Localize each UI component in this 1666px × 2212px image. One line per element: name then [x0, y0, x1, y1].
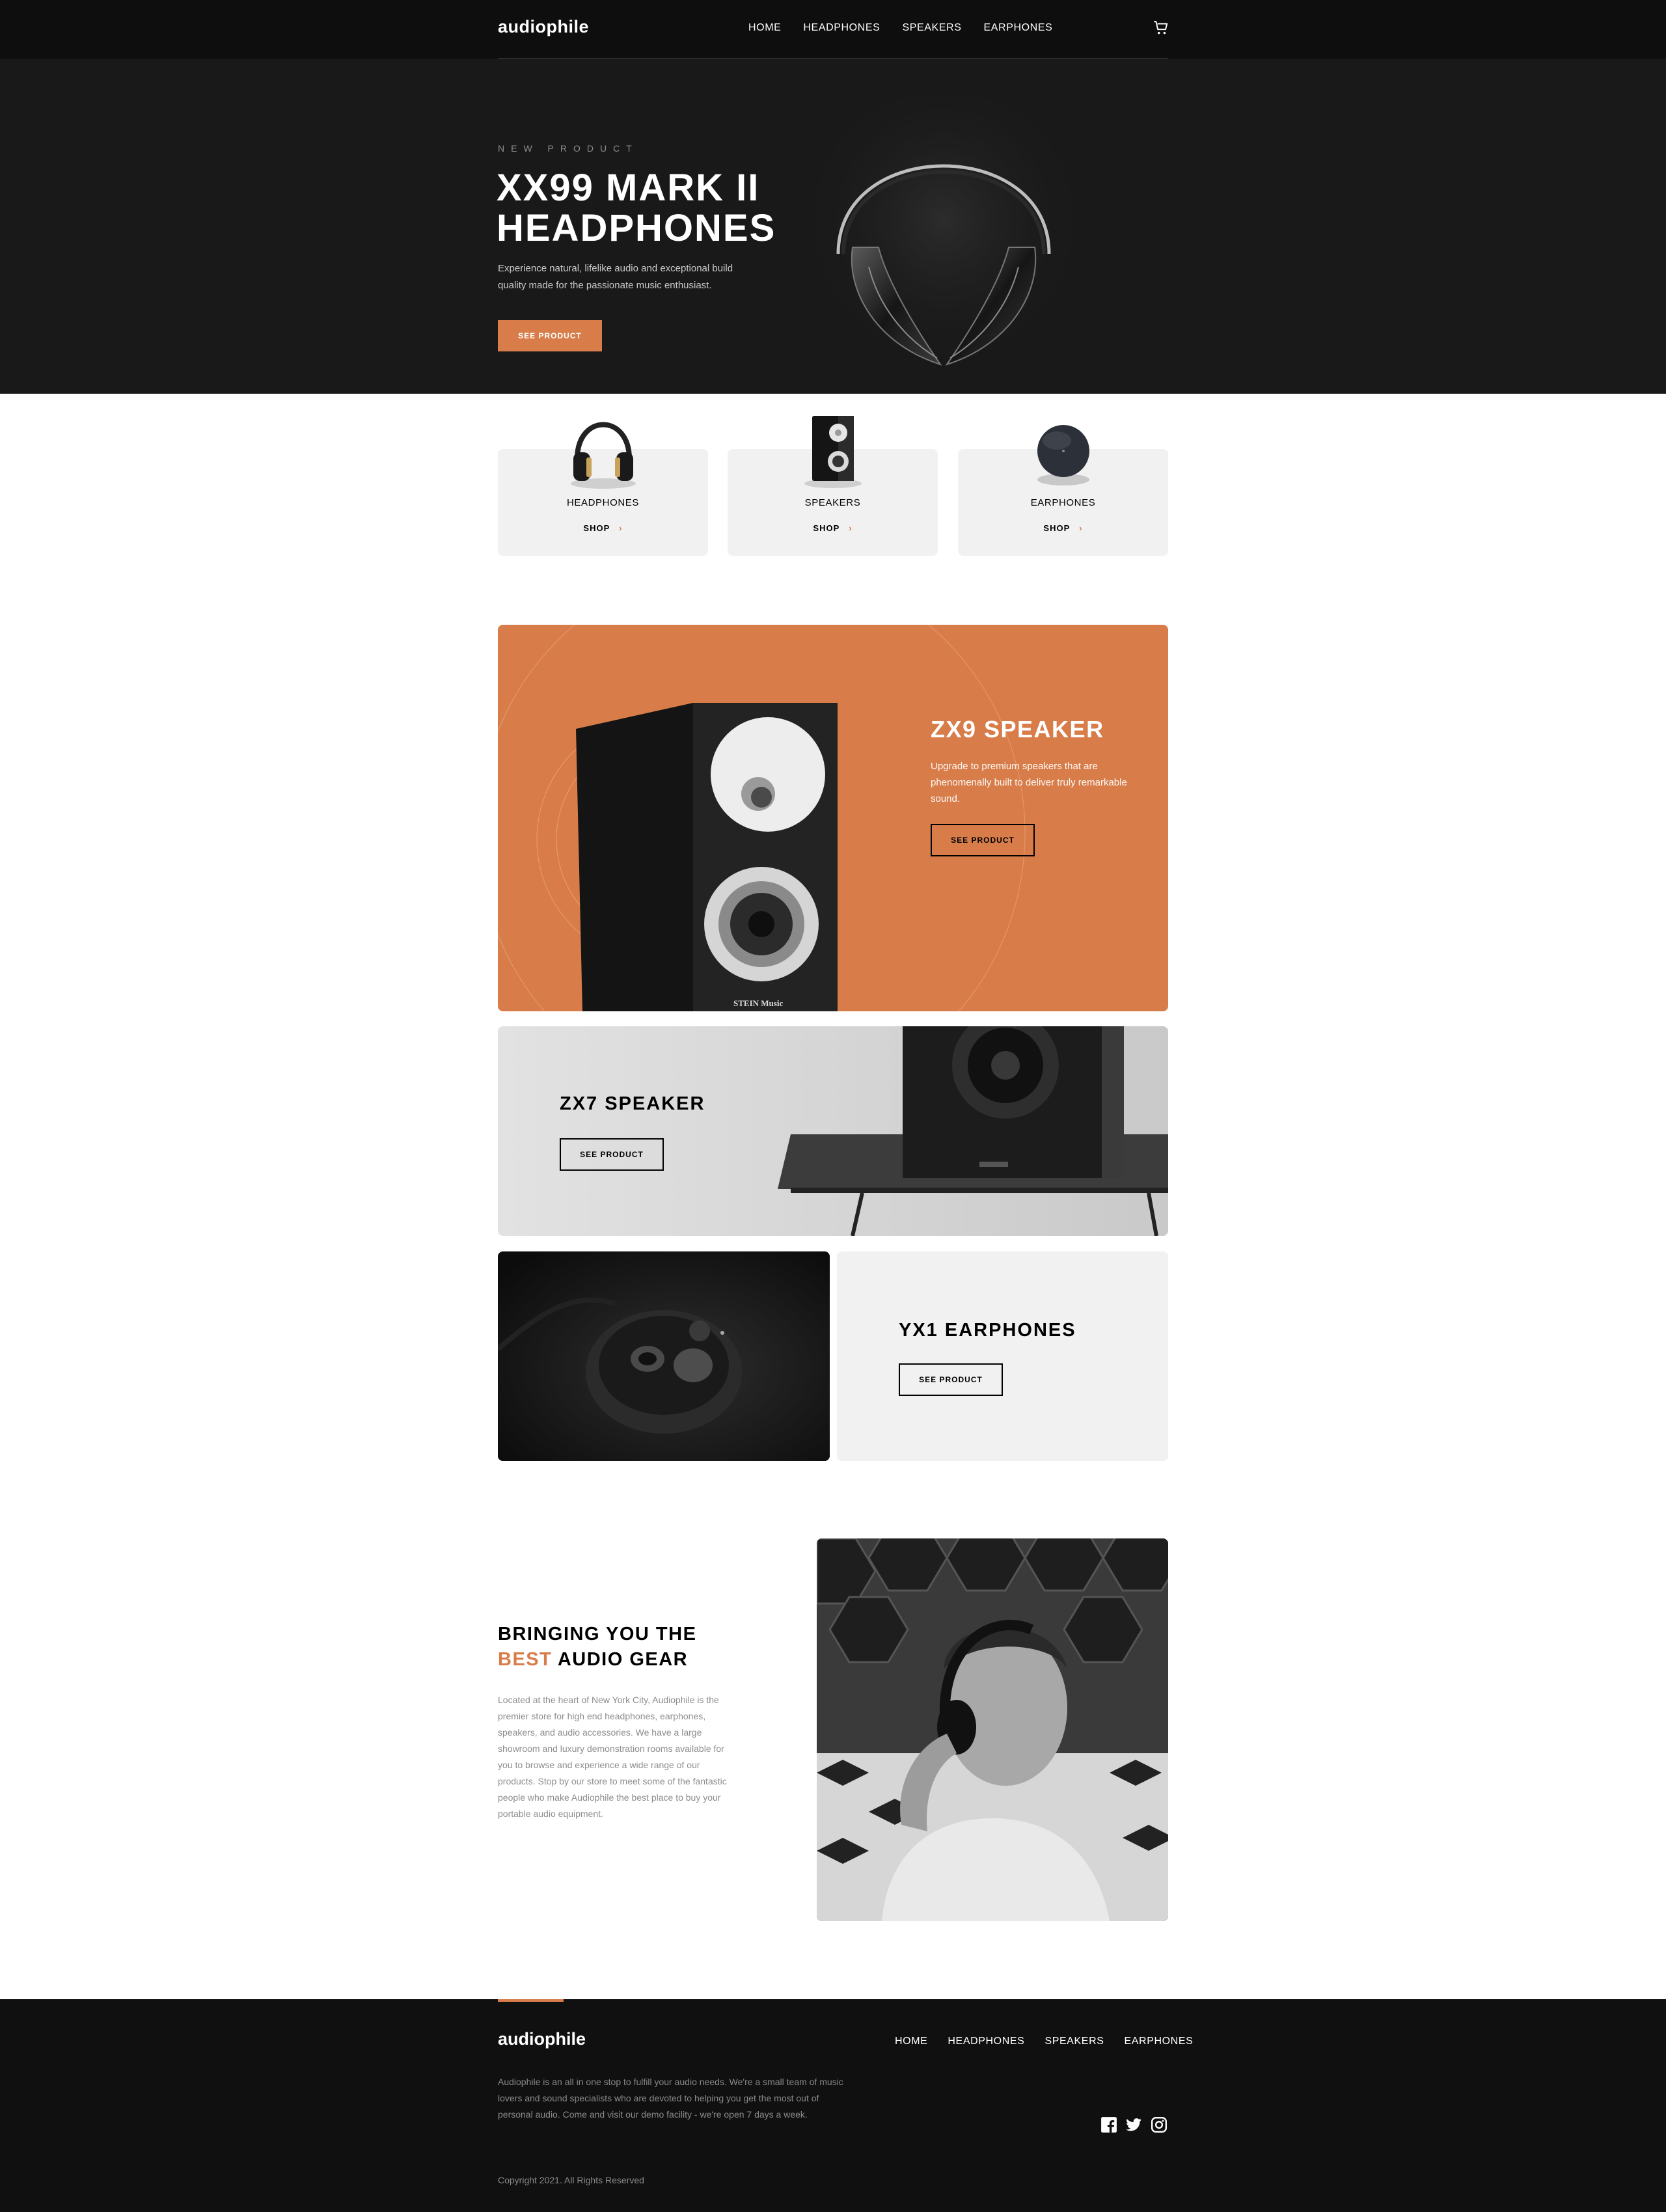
zx7-title: ZX7 SPEAKER [560, 1093, 705, 1114]
chevron-right-icon: › [849, 523, 853, 533]
nav-speakers[interactable]: SPEAKERS [902, 22, 961, 34]
footer-nav-speakers[interactable]: SPEAKERS [1045, 2036, 1104, 2047]
earphones-thumbnail [1037, 425, 1089, 485]
stein-music-brand-mark: STEIN Music [733, 998, 783, 1008]
zx9-see-product-button[interactable]: SEE PRODUCT [931, 824, 1035, 856]
cart-icon[interactable] [1153, 20, 1169, 36]
footer-description: Audiophile is an all in one stop to fulf… [498, 2077, 843, 2120]
hero-description: Experience natural, lifelike audio and e… [498, 263, 733, 291]
yx1-see-product-button[interactable]: SEE PRODUCT [899, 1363, 1003, 1396]
zx7-speaker-promo: ZX7 SPEAKER SEE PRODUCT [498, 1026, 1168, 1236]
about-title-line1: BRINGING YOU THE [498, 1624, 697, 1645]
zx7-see-product-button[interactable]: SEE PRODUCT [560, 1138, 664, 1171]
yx1-earphones-promo: YX1 EARPHONES SEE PRODUCT [837, 1251, 1168, 1461]
shop-link-label: SHOP [813, 523, 840, 533]
category-label-earphones: EARPHONES [1030, 497, 1096, 508]
zx7-speaker-image [498, 1026, 1168, 1236]
nav-earphones[interactable]: EARPHONES [984, 22, 1053, 34]
hero-see-product-button[interactable]: SEE PRODUCT [498, 320, 602, 351]
footer-nav-home[interactable]: HOME [895, 2036, 927, 2047]
main-nav: HOME HEADPHONES SPEAKERS EARPHONES [748, 22, 1052, 34]
twitter-icon[interactable] [1125, 2116, 1142, 2133]
about-title-accent: BEST [498, 1649, 553, 1670]
instagram-icon[interactable] [1151, 2116, 1168, 2133]
footer-nav: HOME HEADPHONES SPEAKERS EARPHONES [895, 2036, 1193, 2047]
zx9-speaker-promo: STEIN Music ZX9 SPEAKER Upgrade to premi… [498, 625, 1168, 1011]
zx9-speaker-image: STEIN Music [498, 625, 1026, 1011]
site-footer: audiophile HOME HEADPHONES SPEAKERS EARP… [0, 1999, 1666, 2212]
about-description: Located at the heart of New York City, A… [498, 1695, 727, 1819]
category-shop-link-earphones[interactable]: SHOP › [958, 523, 1168, 533]
site-header: audiophile HOME HEADPHONES SPEAKERS EARP… [0, 0, 1666, 59]
yx1-title: YX1 EARPHONES [899, 1320, 1076, 1341]
logo[interactable]: audiophile [498, 17, 589, 37]
about-title: BRINGING YOU THE BEST AUDIO GEAR [498, 1622, 771, 1673]
speaker-thumbnail [804, 416, 862, 488]
footer-accent-bar [498, 1999, 564, 2002]
headphones-thumbnail [571, 422, 636, 489]
nav-headphones[interactable]: HEADPHONES [803, 22, 880, 34]
about-title-rest: AUDIO GEAR [557, 1649, 689, 1670]
chevron-right-icon: › [1079, 523, 1083, 533]
category-label-headphones: HEADPHONES [566, 497, 640, 508]
footer-nav-earphones[interactable]: EARPHONES [1125, 2036, 1194, 2047]
headphones-hero-image [807, 98, 1080, 377]
category-shop-link-headphones[interactable]: SHOP › [498, 523, 708, 533]
facebook-icon[interactable] [1100, 2116, 1117, 2133]
man-with-headphones-image [817, 1538, 1168, 1921]
hero-section: NEW PRODUCT XX99 MARK II HEADPHONES Expe… [0, 59, 1666, 394]
nav-home[interactable]: HOME [748, 22, 781, 34]
chevron-right-icon: › [619, 523, 623, 533]
footer-logo[interactable]: audiophile [498, 2029, 586, 2049]
hero-overline: NEW PRODUCT [498, 143, 638, 154]
hero-title: XX99 MARK II HEADPHONES [497, 167, 776, 249]
zx9-description: Upgrade to premium speakers that are phe… [931, 761, 1127, 804]
category-label-speakers: SPEAKERS [804, 497, 861, 508]
category-shop-link-speakers[interactable]: SHOP › [728, 523, 938, 533]
copyright: Copyright 2021. All Rights Reserved [498, 2175, 644, 2185]
zx9-title: ZX9 SPEAKER [931, 716, 1104, 743]
shop-link-label: SHOP [1043, 523, 1071, 533]
footer-nav-headphones[interactable]: HEADPHONES [948, 2036, 1024, 2047]
shop-link-label: SHOP [583, 523, 610, 533]
yx1-earphones-image [498, 1251, 830, 1461]
